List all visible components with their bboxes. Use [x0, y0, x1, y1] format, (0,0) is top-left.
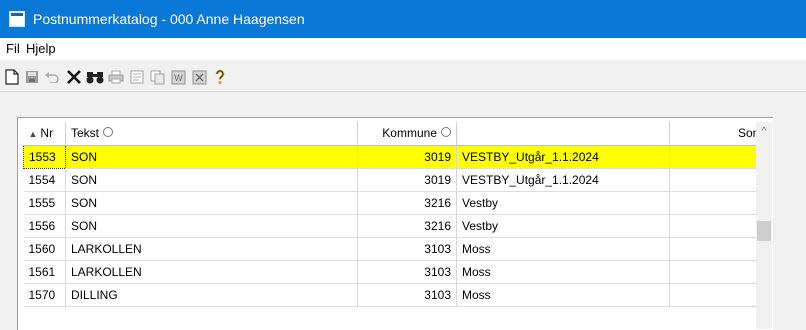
cell-tekst[interactable]: DILLING	[65, 283, 358, 307]
cell-kommune[interactable]: 3019	[357, 168, 457, 192]
preview-icon[interactable]	[127, 67, 147, 87]
cell-kommune[interactable]: 3103	[357, 283, 457, 307]
excel-export-icon[interactable]	[189, 67, 209, 87]
table-row[interactable]: 1555 SON 3216 Vestby 1	[23, 191, 772, 215]
cell-nr[interactable]: 1561	[23, 260, 66, 284]
vertical-scrollbar[interactable]: ^	[756, 122, 772, 329]
toolbar: W	[0, 61, 806, 92]
cell-nr[interactable]: 1555	[23, 191, 66, 215]
copy-icon[interactable]	[147, 67, 167, 87]
table-row[interactable]: 1570 DILLING 3103 Moss 1	[23, 283, 772, 307]
table-row[interactable]: 1554 SON 3019 VESTBY_Utgår_1.1.2024 1	[23, 168, 772, 192]
scrollbar-thumb[interactable]	[757, 221, 771, 241]
cell-kommune[interactable]: 3019	[357, 145, 457, 169]
delete-icon[interactable]	[64, 67, 84, 87]
cell-kommune[interactable]: 3103	[357, 237, 457, 261]
title-bar[interactable]: Postnummerkatalog - 000 Anne Haagensen	[0, 0, 806, 38]
cell-nr[interactable]: 1554	[23, 168, 66, 192]
cell-kommune-navn[interactable]: Vestby	[456, 191, 670, 215]
cell-nr[interactable]: 1556	[23, 214, 66, 238]
cell-kommune[interactable]: 3103	[357, 260, 457, 284]
window-title: Postnummerkatalog - 000 Anne Haagensen	[33, 11, 305, 27]
undo-icon[interactable]	[42, 67, 62, 87]
table-header: ▲ Nr Tekst Kommune Sone	[23, 122, 772, 146]
cell-tekst[interactable]: LARKOLLEN	[65, 260, 358, 284]
sort-ascending-icon: ▲	[28, 129, 38, 140]
svg-text:W: W	[174, 73, 183, 83]
cell-nr[interactable]: 1553	[23, 144, 66, 169]
menu-hjelp[interactable]: Hjelp	[24, 41, 58, 56]
header-kommune-navn[interactable]	[456, 122, 670, 146]
cell-kommune[interactable]: 3216	[357, 191, 457, 215]
cell-tekst[interactable]: SON	[65, 214, 358, 238]
menu-fil[interactable]: Fil	[4, 41, 22, 56]
cell-tekst[interactable]: SON	[65, 145, 358, 169]
cell-tekst[interactable]: SON	[65, 168, 358, 192]
help-icon[interactable]	[210, 67, 230, 87]
cell-kommune-navn[interactable]: Moss	[456, 283, 670, 307]
cell-nr[interactable]: 1570	[23, 283, 66, 307]
table-row[interactable]: 1561 LARKOLLEN 3103 Moss 1	[23, 260, 772, 284]
word-export-icon[interactable]: W	[168, 67, 188, 87]
table-row[interactable]: 1556 SON 3216 Vestby 1	[23, 214, 772, 238]
save-icon[interactable]	[22, 67, 42, 87]
search-filter-icon[interactable]	[103, 127, 114, 138]
cell-kommune-navn[interactable]: Moss	[456, 237, 670, 261]
find-icon[interactable]	[85, 67, 105, 87]
new-document-icon[interactable]	[2, 67, 22, 87]
menu-bar: Fil Hjelp	[0, 38, 806, 60]
app-icon	[9, 11, 25, 27]
header-nr[interactable]: ▲ Nr	[23, 122, 66, 146]
cell-kommune[interactable]: 3216	[357, 214, 457, 238]
postnummer-table: ▲ Nr Tekst Kommune Sone 1553 SON 3019 VES…	[23, 122, 772, 307]
cell-kommune-navn[interactable]: VESTBY_Utgår_1.1.2024	[456, 168, 670, 192]
print-icon[interactable]	[106, 67, 126, 87]
cell-kommune-navn[interactable]: Vestby	[456, 214, 670, 238]
search-filter-icon[interactable]	[441, 127, 451, 138]
scroll-up-icon[interactable]: ^	[756, 126, 772, 137]
cell-kommune-navn[interactable]: Moss	[456, 260, 670, 284]
cell-tekst[interactable]: LARKOLLEN	[65, 237, 358, 261]
cell-kommune-navn[interactable]: VESTBY_Utgår_1.1.2024	[456, 145, 670, 169]
cell-nr[interactable]: 1560	[23, 237, 66, 261]
header-tekst[interactable]: Tekst	[65, 122, 358, 146]
table-row[interactable]: 1560 LARKOLLEN 3103 Moss 1	[23, 237, 772, 261]
table-row[interactable]: 1553 SON 3019 VESTBY_Utgår_1.1.2024 1	[23, 144, 772, 169]
cell-tekst[interactable]: SON	[65, 191, 358, 215]
header-kommune[interactable]: Kommune	[357, 122, 457, 146]
